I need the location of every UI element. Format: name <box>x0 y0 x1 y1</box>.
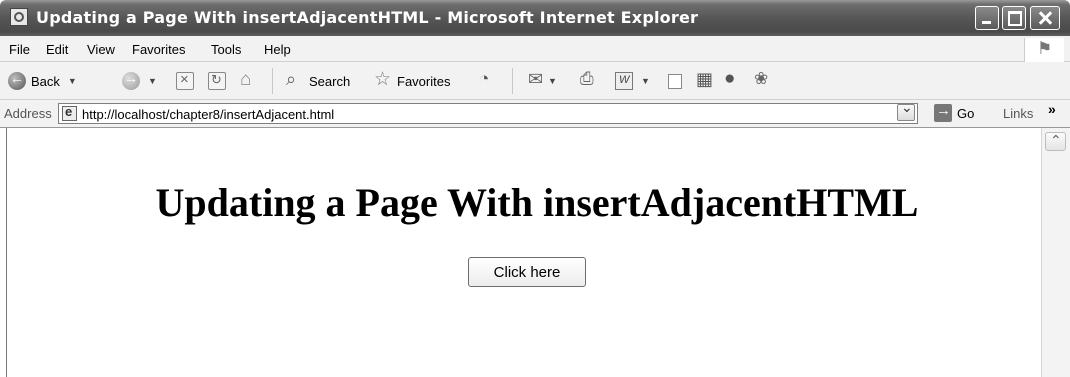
close-button[interactable] <box>1030 6 1060 30</box>
toolbar-separator <box>512 68 513 94</box>
ie-page-icon <box>62 104 77 121</box>
menu-file[interactable]: File <box>9 42 30 57</box>
favorites-label: Favorites <box>397 73 451 89</box>
back-button[interactable]: Back ▼ <box>8 70 77 92</box>
window-title: Updating a Page With insertAdjacentHTML … <box>36 8 699 27</box>
scroll-up-icon[interactable] <box>1045 132 1066 151</box>
msn-butterfly-icon <box>754 69 772 90</box>
ie-page-icon <box>10 8 28 26</box>
links-label[interactable]: Links <box>1003 106 1033 121</box>
go-button[interactable]: Go <box>934 102 975 122</box>
vertical-scrollbar[interactable] <box>1041 128 1070 377</box>
favorites-star-icon <box>374 68 392 91</box>
discuss-icon <box>668 73 682 89</box>
back-arrow-icon <box>8 70 26 90</box>
history-button[interactable] <box>479 69 497 92</box>
links-chevron-icon[interactable]: » <box>1048 101 1056 117</box>
edit-button[interactable]: ▼ <box>615 70 650 92</box>
refresh-icon <box>208 72 226 90</box>
menu-favorites[interactable]: Favorites <box>132 42 185 57</box>
forward-button[interactable]: ▼ <box>122 70 157 92</box>
msn-button[interactable] <box>754 69 772 92</box>
history-icon <box>479 69 497 90</box>
messenger-button[interactable] <box>724 68 742 92</box>
forward-arrow-icon <box>122 70 140 90</box>
mail-dropdown-icon[interactable]: ▼ <box>548 76 557 86</box>
discuss-button[interactable] <box>668 70 682 92</box>
refresh-button[interactable] <box>208 70 226 92</box>
menu-edit[interactable]: Edit <box>46 42 68 57</box>
search-label: Search <box>309 73 351 89</box>
research-button[interactable] <box>696 69 714 92</box>
click-here-button[interactable]: Click here <box>468 257 586 287</box>
menu-help[interactable]: Help <box>264 42 291 57</box>
address-label: Address <box>4 106 52 121</box>
maximize-button[interactable] <box>1002 6 1026 30</box>
stop-button[interactable] <box>176 70 194 92</box>
edit-dropdown-icon[interactable]: ▼ <box>641 76 650 86</box>
mail-icon <box>528 69 546 90</box>
page-content: Updating a Page With insertAdjacentHTML … <box>6 128 1041 377</box>
menu-view[interactable]: View <box>87 42 115 57</box>
print-button[interactable] <box>580 69 598 92</box>
back-dropdown-icon[interactable]: ▼ <box>68 76 77 86</box>
standard-toolbar: Back ▼ ▼ Search Favorites <box>0 62 1070 100</box>
favorites-button[interactable]: Favorites <box>374 68 451 92</box>
mail-button[interactable]: ▼ <box>528 69 557 92</box>
go-label: Go <box>957 105 975 121</box>
address-url[interactable]: http://localhost/chapter8/insertAdjacent… <box>82 107 334 122</box>
search-icon <box>286 69 304 90</box>
address-dropdown-icon[interactable] <box>897 99 915 121</box>
research-icon <box>696 69 714 90</box>
word-edit-icon <box>615 72 633 90</box>
menu-bar: File Edit View Favorites Tools Help <box>0 36 1070 62</box>
browser-window: Updating a Page With insertAdjacentHTML … <box>0 0 1070 377</box>
forward-dropdown-icon[interactable]: ▼ <box>148 76 157 86</box>
go-arrow-icon <box>934 102 952 122</box>
address-bar: Address http://localhost/chapter8/insert… <box>0 99 1070 128</box>
minimize-button[interactable] <box>975 6 999 30</box>
home-icon <box>240 69 258 91</box>
address-field[interactable]: http://localhost/chapter8/insertAdjacent… <box>58 103 918 124</box>
windows-flag-icon <box>1024 38 1064 62</box>
page-heading: Updating a Page With insertAdjacentHTML <box>155 180 919 225</box>
stop-icon <box>176 71 194 90</box>
print-icon <box>580 69 598 90</box>
home-button[interactable] <box>240 69 258 92</box>
messenger-icon <box>724 68 742 90</box>
back-label: Back <box>31 73 60 89</box>
title-bar[interactable]: Updating a Page With insertAdjacentHTML … <box>0 0 1070 36</box>
toolbar-separator <box>272 68 273 94</box>
search-button[interactable]: Search <box>286 69 351 92</box>
menu-tools[interactable]: Tools <box>211 42 241 57</box>
